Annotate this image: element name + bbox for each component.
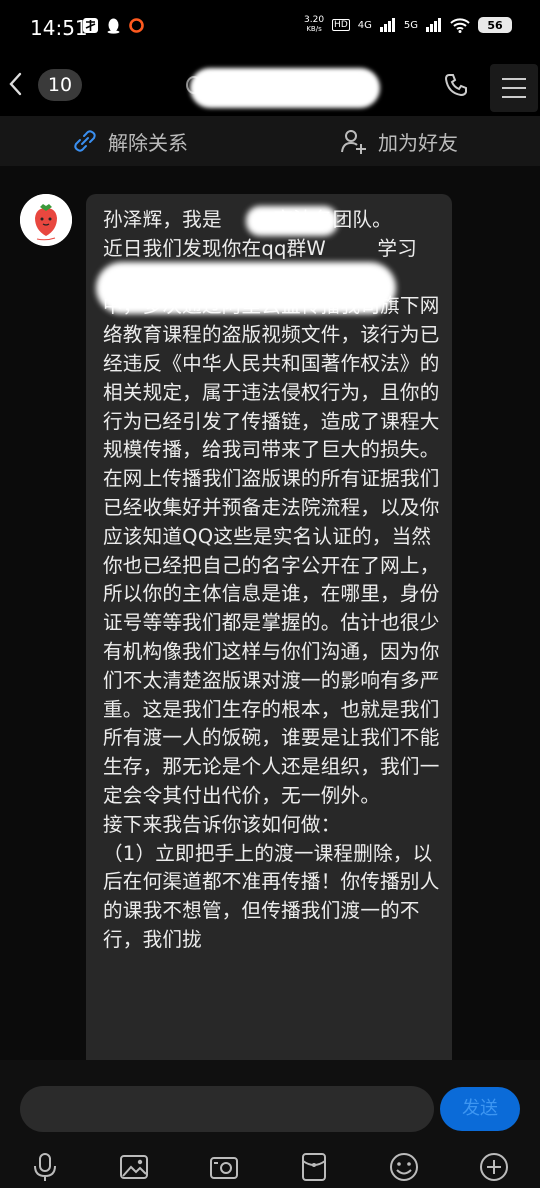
back-icon[interactable]	[8, 72, 22, 96]
mic-icon[interactable]	[30, 1152, 60, 1182]
chat-header: 10	[0, 58, 540, 116]
add-friend-label: 加为好友	[378, 130, 458, 155]
hd-badge: HD	[332, 19, 350, 31]
input-bar: 发送	[0, 1060, 540, 1188]
plus-icon[interactable]	[479, 1152, 509, 1182]
signal-4g-label: 4G	[357, 19, 372, 31]
app-notification-icon	[83, 18, 98, 33]
wifi-icon	[450, 17, 470, 33]
add-friend-button[interactable]: 加为好友	[340, 116, 458, 166]
redaction-mark	[96, 262, 396, 314]
message-bubble[interactable]: 孙泽辉，我是 育法务团队。 近日我们发现你在qq群W 学习 中，多次通过阿里云盘…	[86, 194, 452, 1060]
qq-notification-icon	[107, 18, 120, 34]
notification-icons	[82, 17, 145, 34]
emoji-icon[interactable]	[389, 1152, 419, 1182]
status-bar: 14:51 3.20 KB/s HD 4G 5G 56	[0, 0, 540, 58]
unfriend-button[interactable]: 解除关系	[72, 116, 188, 166]
status-time: 14:51	[30, 16, 88, 40]
unlink-icon	[74, 130, 96, 152]
battery-indicator: 56	[478, 17, 512, 33]
signal-bars-icon-2	[426, 18, 441, 32]
message-input[interactable]	[20, 1086, 434, 1132]
strawberry-avatar-icon	[20, 194, 72, 246]
net-speed-unit: KB/s	[306, 25, 322, 33]
record-indicator-icon	[129, 18, 144, 33]
signal-bars-icon	[379, 18, 395, 32]
unread-count-badge[interactable]: 10	[38, 69, 82, 101]
phone-icon[interactable]	[443, 72, 469, 98]
status-right: 3.20 KB/s HD 4G 5G 56	[304, 16, 512, 34]
net-speed-value: 3.20	[304, 15, 325, 25]
chat-message-list[interactable]: 孙泽辉，我是 育法务团队。 近日我们发现你在qq群W 学习 中，多次通过阿里云盘…	[0, 166, 540, 1060]
input-toolbar	[0, 1144, 540, 1188]
unfriend-label: 解除关系	[108, 130, 188, 155]
camera-icon[interactable]	[209, 1152, 239, 1182]
chat-title-redacted	[190, 68, 380, 108]
message-text: 孙泽辉，我是 育法务团队。 近日我们发现你在qq群W 学习 中，多次通过阿里云盘…	[103, 208, 440, 951]
avatar[interactable]	[20, 194, 72, 246]
image-icon[interactable]	[119, 1152, 149, 1182]
net-speed: 3.20 KB/s	[304, 16, 324, 34]
menu-icon[interactable]	[490, 64, 538, 112]
send-button[interactable]: 发送	[440, 1087, 520, 1131]
red-packet-icon[interactable]	[299, 1152, 329, 1182]
signal-5g-label: 5G	[403, 19, 418, 31]
add-user-icon	[341, 130, 366, 154]
relation-action-bar: 解除关系 加为好友	[0, 116, 540, 166]
redaction-mark	[246, 206, 338, 236]
